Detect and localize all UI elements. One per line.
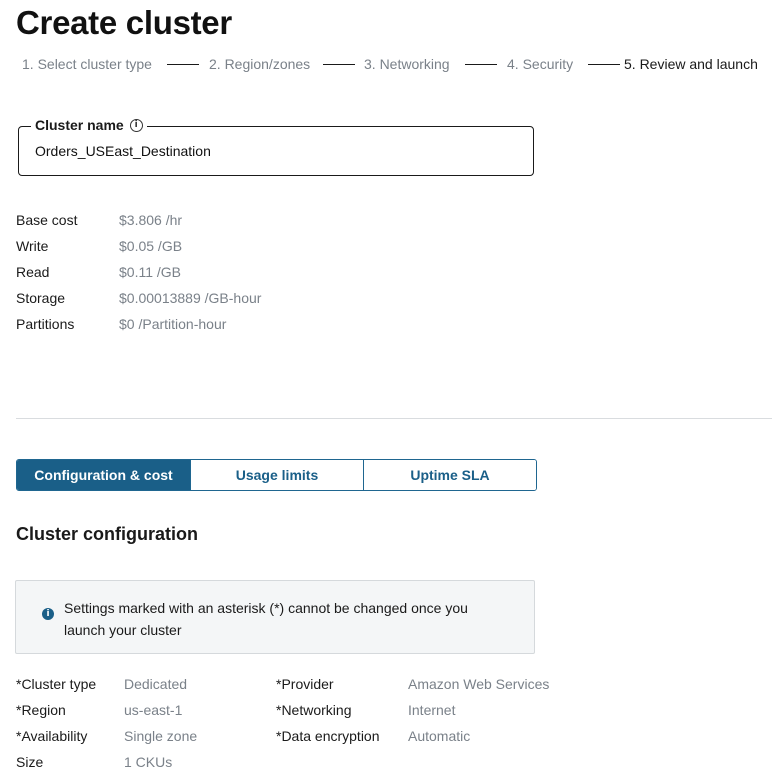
spec-label-region: *Region — [16, 702, 66, 718]
cluster-name-label: Cluster name — [35, 117, 124, 133]
spec-label-networking: *Networking — [276, 702, 352, 718]
spec-value-data-encryption: Automatic — [408, 728, 471, 744]
spec-label-cluster-type: *Cluster type — [16, 676, 97, 692]
tab-uptime-sla[interactable]: Uptime SLA — [364, 460, 536, 490]
step-security[interactable]: 4. Security — [507, 56, 573, 72]
cost-value: $3.806 /hr — [119, 212, 183, 228]
step-networking[interactable]: 3. Networking — [364, 56, 450, 72]
step-connector — [588, 64, 620, 65]
spec-value-networking: Internet — [408, 702, 456, 718]
spec-value-provider: Amazon Web Services — [408, 676, 550, 692]
cost-value: $0 /Partition-hour — [119, 316, 227, 332]
tab-configuration-cost[interactable]: Configuration & cost — [17, 460, 191, 490]
section-divider — [16, 418, 772, 419]
step-connector — [323, 64, 355, 65]
spec-label-size: Size — [16, 754, 44, 770]
info-icon[interactable]: i — [129, 118, 143, 132]
cost-row-base: Base cost $3.806 /hr — [16, 212, 416, 232]
cost-value: $0.00013889 /GB-hour — [119, 290, 262, 306]
spec-value-cluster-type: Dedicated — [124, 676, 188, 692]
cluster-name-field[interactable]: Cluster name i — [18, 117, 534, 176]
cost-value: $0.05 /GB — [119, 238, 183, 254]
spec-label-availability: *Availability — [16, 728, 88, 744]
info-notice: i Settings marked with an asterisk (*) c… — [15, 580, 535, 654]
tab-bar: Configuration & cost Usage limits Uptime… — [16, 459, 537, 491]
spec-value-availability: Single zone — [124, 728, 198, 744]
info-icon: i — [42, 608, 54, 620]
tab-usage-limits[interactable]: Usage limits — [191, 460, 364, 490]
step-select-cluster-type[interactable]: 1. Select cluster type — [22, 56, 152, 72]
cost-row-write: Write $0.05 /GB — [16, 238, 416, 258]
step-review-and-launch[interactable]: 5. Review and launch — [624, 56, 758, 72]
cluster-name-input[interactable] — [35, 143, 515, 159]
cost-label: Partitions — [16, 316, 75, 332]
cost-row-read: Read $0.11 /GB — [16, 264, 416, 284]
cost-value: $0.11 /GB — [119, 264, 182, 280]
cost-label: Base cost — [16, 212, 78, 228]
section-title: Cluster configuration — [16, 524, 199, 544]
step-region-zones[interactable]: 2. Region/zones — [209, 56, 310, 72]
spec-value-region: us-east-1 — [124, 702, 183, 718]
cluster-name-label-group: Cluster name i — [31, 117, 147, 133]
wizard-steps: 1. Select cluster type 2. Region/zones 3… — [22, 56, 762, 74]
notice-text: Settings marked with an asterisk (*) can… — [64, 600, 468, 638]
page-title: Create cluster — [16, 4, 232, 41]
cost-label: Storage — [16, 290, 66, 306]
cost-row-storage: Storage $0.00013889 /GB-hour — [16, 290, 416, 310]
cost-label: Write — [16, 238, 49, 254]
cost-row-partitions: Partitions $0 /Partition-hour — [16, 316, 416, 336]
cost-label: Read — [16, 264, 50, 280]
step-connector — [465, 64, 497, 65]
spec-value-size: 1 CKUs — [124, 754, 173, 770]
spec-label-provider: *Provider — [276, 676, 334, 692]
step-connector — [167, 64, 199, 65]
spec-label-data-encryption: *Data encryption — [276, 728, 380, 744]
